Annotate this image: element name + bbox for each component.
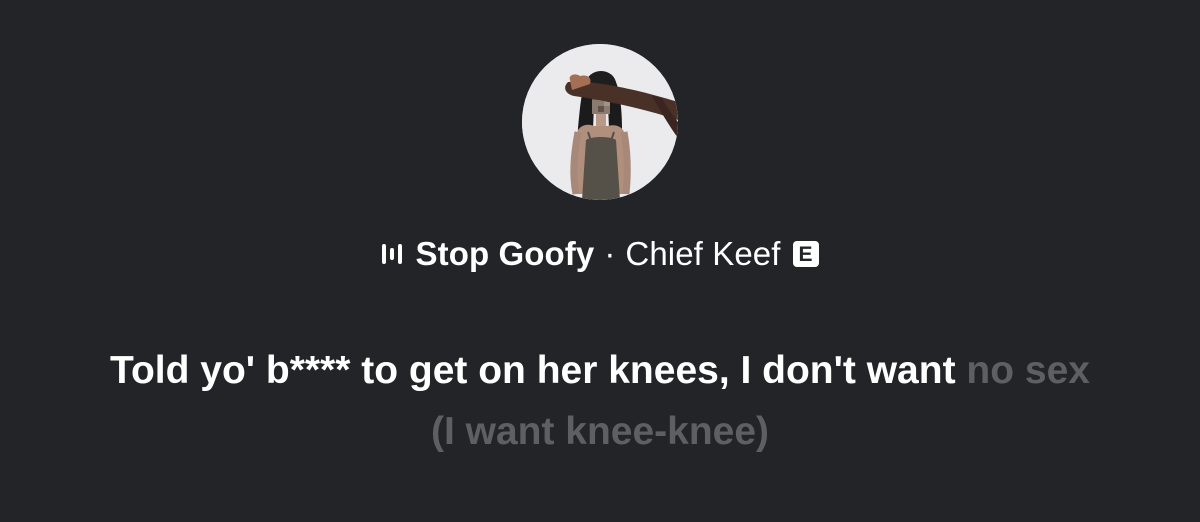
lyrics-line: Told yo' b**** to get on her knees, I do… (100, 340, 1100, 462)
explicit-badge: E (792, 241, 819, 267)
song-title[interactable]: Stop Goofy (416, 235, 595, 273)
now-playing-line: Stop Goofy · Chief Keef E (0, 228, 1200, 280)
artist-name[interactable]: Chief Keef (625, 235, 780, 273)
separator-dot: · (604, 235, 616, 272)
lyric-sung-text: Told yo' b**** to get on her knees, I do… (110, 349, 956, 392)
album-artwork[interactable] (522, 44, 678, 200)
lyrics-screen: Stop Goofy · Chief Keef E Told yo' b****… (0, 0, 1200, 522)
waveform-icon (381, 241, 402, 267)
album-artwork-image (522, 44, 678, 200)
